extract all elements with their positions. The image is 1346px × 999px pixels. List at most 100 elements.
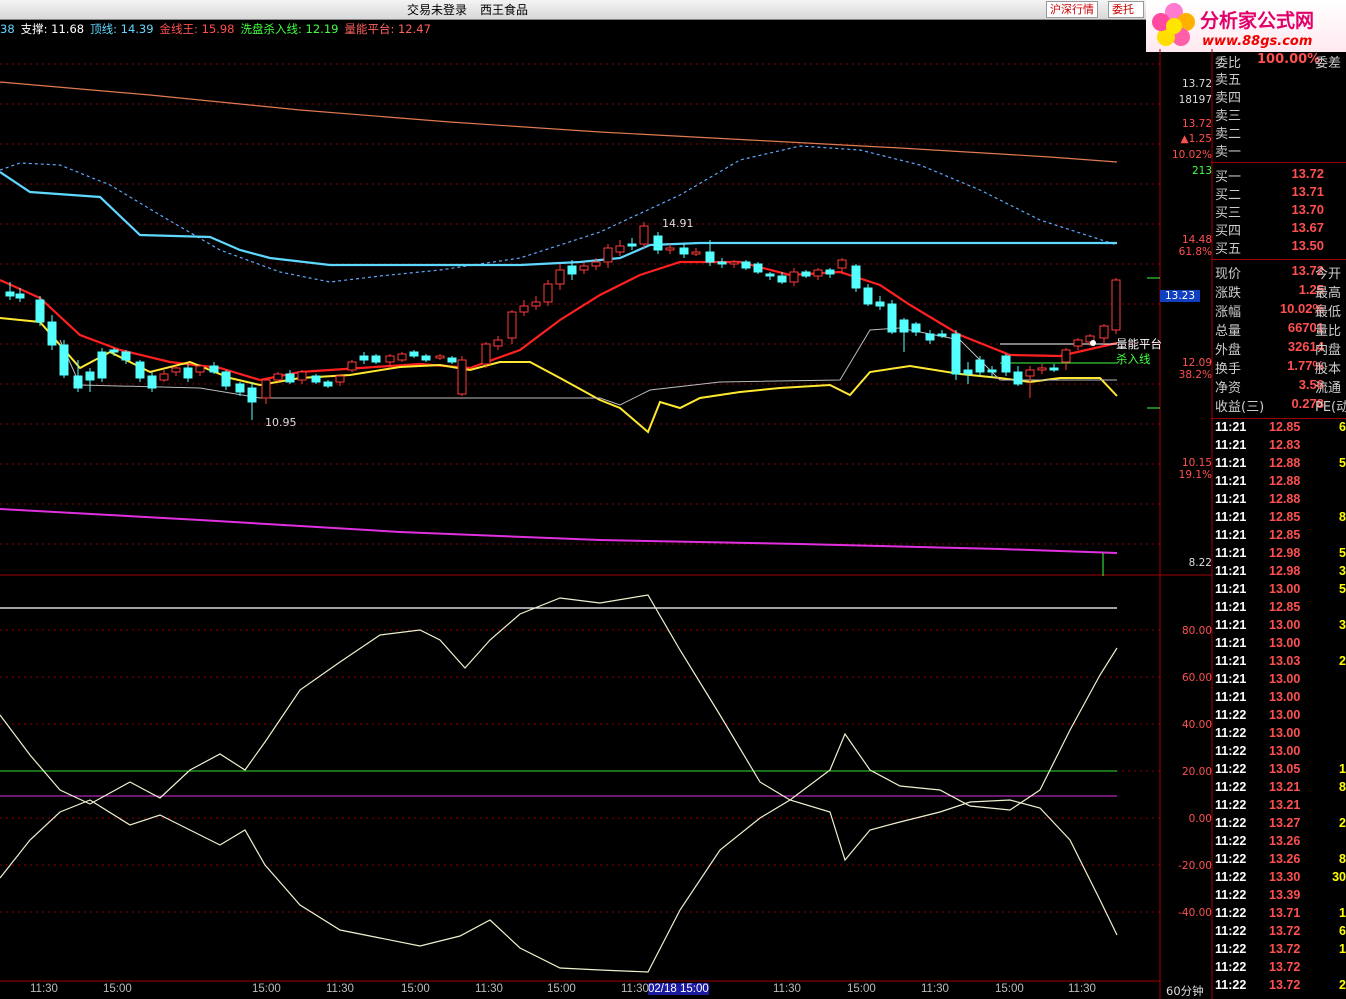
- tick-time: 11:22: [1215, 744, 1247, 758]
- tick-row: 11:21 13.00: [1213, 672, 1346, 690]
- quote-label-2: 最高: [1315, 286, 1342, 301]
- tick-volume: 2: [1339, 816, 1346, 830]
- tick-row: 11:21 13.00 5: [1213, 582, 1346, 600]
- time-axis-label: 11:30: [621, 983, 649, 995]
- candle-body: [85, 371, 95, 381]
- quote-label-2: 最低: [1315, 305, 1342, 320]
- candle-body: [1013, 371, 1023, 385]
- market-button[interactable]: 沪深行情: [1046, 1, 1098, 18]
- candle-body: [567, 265, 577, 275]
- axis-label: 14.48: [1181, 234, 1212, 246]
- tick-row: 11:21 12.85: [1213, 600, 1346, 618]
- period-selector[interactable]: 60分钟: [1166, 983, 1204, 999]
- tick-time: 11:22: [1215, 942, 1247, 956]
- legend-wash-line: 洗盘杀入线: 12.19: [240, 22, 339, 36]
- tick-price: 13.72: [1269, 924, 1301, 938]
- axis-label: ▲1.25: [1180, 133, 1212, 145]
- candle-body: [47, 321, 57, 346]
- buy-price: 13.70: [1291, 202, 1324, 217]
- tick-price: 12.85: [1269, 420, 1301, 434]
- candle-body: [653, 235, 663, 251]
- axis-label: 60.00: [1181, 672, 1212, 684]
- candle-body: [519, 305, 529, 313]
- tick-volume: 5: [1339, 546, 1346, 560]
- tick-row: 11:21 12.98 5: [1213, 546, 1346, 564]
- time-axis-label: 11:30: [30, 983, 58, 995]
- candle-body: [359, 355, 369, 361]
- tick-time: 11:21: [1215, 546, 1247, 560]
- order-button[interactable]: 委托交: [1108, 1, 1144, 18]
- buy-price: 13.67: [1291, 220, 1324, 235]
- tick-row: 11:21 12.85: [1213, 528, 1346, 546]
- buy-price: 13.72: [1291, 166, 1324, 181]
- candle-body: [195, 365, 205, 373]
- tick-price: 13.30: [1269, 870, 1301, 884]
- tick-volume: 3: [1339, 618, 1346, 632]
- candle-body: [323, 381, 333, 387]
- candle-body: [121, 351, 131, 361]
- axis-label: 10.02%: [1171, 149, 1212, 161]
- candle-body: [777, 275, 787, 283]
- tick-row: 11:22 13.26: [1213, 834, 1346, 852]
- tick-time: 11:21: [1215, 420, 1247, 434]
- tick-time: 11:22: [1215, 780, 1247, 794]
- tick-time: 11:22: [1215, 762, 1247, 776]
- tick-price: 13.00: [1269, 708, 1301, 722]
- candle-body: [705, 251, 715, 263]
- buy-label: 买二: [1215, 188, 1242, 203]
- candle-body: [851, 265, 861, 289]
- candle-body: [1073, 339, 1083, 347]
- quote-row: 收益(三) 0.278 PE(动: [1213, 396, 1346, 415]
- candle-body: [147, 375, 157, 389]
- tick-price: 13.21: [1269, 780, 1301, 794]
- tick-time: 11:21: [1215, 600, 1247, 614]
- tick-time: 11:22: [1215, 888, 1247, 902]
- indicator-legend: 38 支撑: 11.68 顶线: 14.39 金线王: 15.98 洗盘杀入线: 12.…: [0, 21, 437, 36]
- buy-label: 买三: [1215, 206, 1242, 221]
- legend-gold-king: 金线王: 15.98: [159, 22, 235, 36]
- chart-area[interactable]: [0, 19, 1346, 999]
- tick-row: 11:21 13.00: [1213, 636, 1346, 654]
- candle-body: [603, 247, 613, 263]
- tick-volume: 8: [1339, 780, 1346, 794]
- tick-row: 11:22 13.30 30: [1213, 870, 1346, 888]
- axis-label: 12.09: [1181, 357, 1212, 369]
- buy-4-row: 买四 13.67: [1213, 220, 1346, 239]
- buy-label: 买四: [1215, 224, 1242, 239]
- time-axis-label: 15:00: [547, 983, 576, 995]
- tick-time: 11:21: [1215, 690, 1247, 704]
- tick-price: 13.00: [1269, 672, 1301, 686]
- tick-row: 11:22 13.05 1: [1213, 762, 1346, 780]
- legend-prefix: 38: [0, 22, 15, 36]
- tick-volume: 8: [1339, 852, 1346, 866]
- candle-body: [1001, 355, 1011, 373]
- candle-body: [371, 355, 381, 363]
- tick-row: 11:21 12.83: [1213, 438, 1346, 456]
- osc-line-1: [0, 594, 1118, 936]
- time-axis-label: 15:00: [401, 983, 430, 995]
- tick-row: 11:21 13.03 2: [1213, 654, 1346, 672]
- quote-row: 涨幅 10.02% 最低: [1213, 301, 1346, 320]
- current-price-marker: 13.23: [1160, 290, 1200, 302]
- tick-volume: 2: [1339, 654, 1346, 668]
- candle-body: [421, 355, 431, 361]
- tick-price: 13.72: [1269, 978, 1301, 992]
- tick-row: 11:22 13.21: [1213, 798, 1346, 816]
- candle-body: [899, 319, 909, 333]
- candle-body: [235, 383, 245, 393]
- tick-time: 11:22: [1215, 870, 1247, 884]
- tick-price: 13.72: [1269, 960, 1301, 974]
- tick-row: 11:22 13.39: [1213, 888, 1346, 906]
- tick-volume: 2: [1339, 978, 1346, 992]
- tick-time: 11:21: [1215, 492, 1247, 506]
- price-axis: 13.72 18197 13.72 ▲1.25 10.02% 213 14.48…: [1150, 0, 1212, 999]
- axis-label: 38.2%: [1178, 369, 1212, 381]
- top-line: [0, 171, 1117, 267]
- tick-row: 11:21 12.85 6: [1213, 420, 1346, 438]
- tick-volume: 1: [1339, 906, 1346, 920]
- sell-5-label: 卖五: [1215, 73, 1242, 88]
- quote-label-2: 股本: [1315, 362, 1342, 377]
- order-ratio-value: 100.00%: [1257, 52, 1321, 67]
- candle-body: [1025, 369, 1035, 377]
- buy-label: 买五: [1215, 242, 1242, 257]
